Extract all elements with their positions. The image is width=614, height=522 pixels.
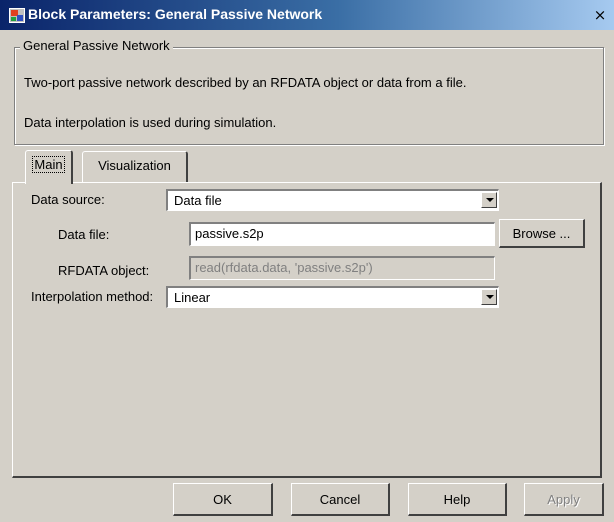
cancel-button[interactable]: Cancel — [291, 483, 390, 516]
tab-visualization[interactable]: Visualization — [82, 151, 188, 182]
interpolation-method-label: Interpolation method: — [31, 289, 154, 304]
chevron-down-icon[interactable] — [481, 192, 497, 208]
description-group — [14, 47, 604, 145]
title-bar: Block Parameters: General Passive Networ… — [0, 0, 614, 30]
apply-button: Apply — [524, 483, 604, 516]
chevron-down-icon[interactable] — [481, 289, 497, 305]
window-title: Block Parameters: General Passive Networ… — [28, 6, 323, 22]
simulation-note: Data interpolation is used during simula… — [24, 115, 277, 130]
rfdata-object-input: read(rfdata.data, 'passive.s2p') — [189, 256, 495, 280]
help-button[interactable]: Help — [408, 483, 507, 516]
interpolation-method-value: Linear — [174, 290, 211, 305]
close-icon[interactable]: × — [590, 5, 610, 25]
data-file-label: Data file: — [58, 227, 110, 242]
data-file-input[interactable]: passive.s2p — [189, 222, 495, 246]
description-text: Two-port passive network described by an… — [24, 75, 467, 90]
tab-visualization-label: Visualization — [98, 158, 171, 173]
ok-button[interactable]: OK — [173, 483, 273, 516]
interpolation-method-dropdown[interactable]: Linear — [166, 286, 499, 308]
data-source-value: Data file — [174, 193, 222, 208]
tab-main-label: Main — [32, 156, 65, 173]
browse-button[interactable]: Browse ... — [499, 219, 585, 248]
tab-main[interactable]: Main — [25, 150, 73, 184]
simulink-block-icon — [9, 8, 25, 23]
group-legend: General Passive Network — [20, 38, 173, 53]
data-source-label: Data source: — [31, 192, 105, 207]
data-source-dropdown[interactable]: Data file — [166, 189, 499, 211]
rfdata-object-label: RFDATA object: — [58, 263, 150, 278]
